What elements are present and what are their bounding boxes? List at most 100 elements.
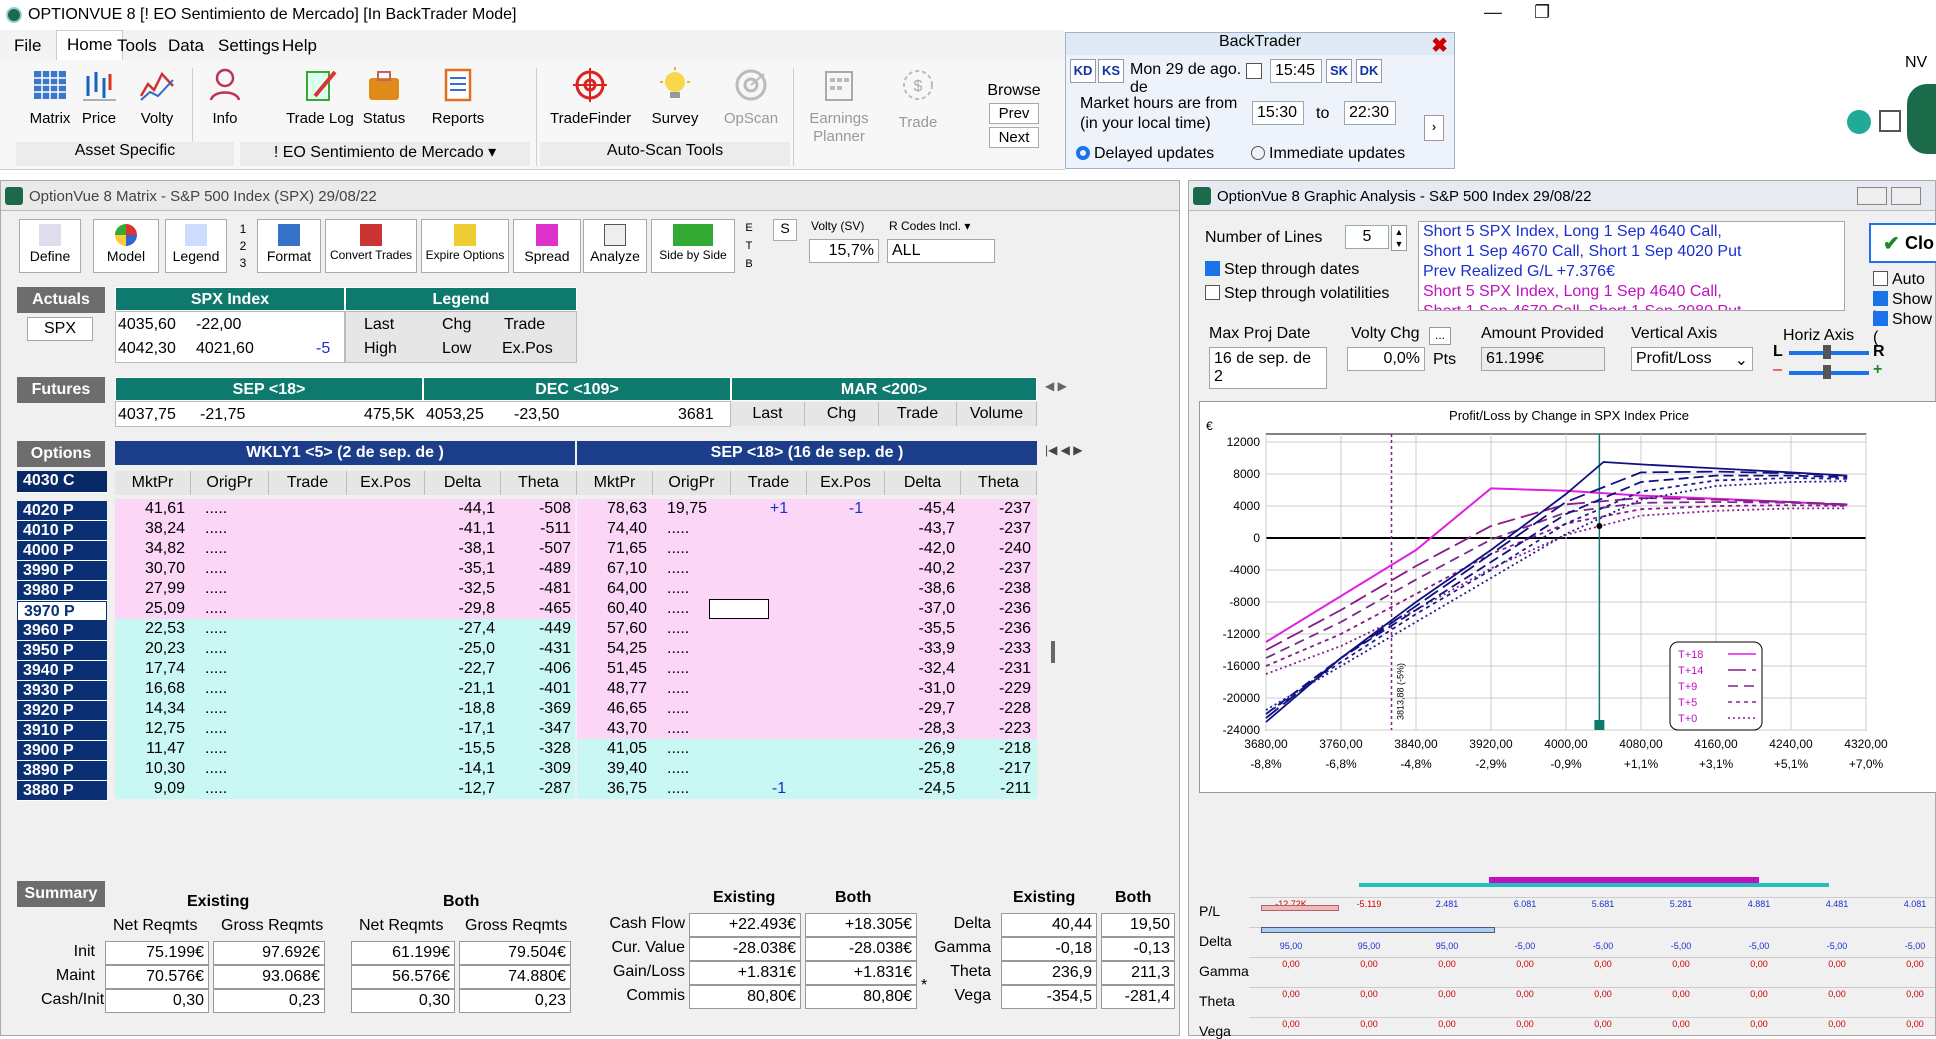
chevron-right-icon[interactable]: › — [1424, 115, 1444, 141]
ks-button[interactable]: KS — [1098, 59, 1124, 83]
model-button[interactable]: Model — [93, 219, 159, 273]
menu-tools[interactable]: Tools — [117, 36, 157, 56]
strike-label[interactable]: 3940 P — [17, 661, 107, 681]
strike-label[interactable]: 3990 P — [17, 561, 107, 581]
volty-button[interactable]: Volty — [122, 66, 192, 127]
reports-button[interactable]: Reports — [423, 66, 493, 127]
hours-to-field[interactable]: 22:30 — [1344, 101, 1396, 125]
status-button[interactable]: Status — [349, 66, 419, 127]
pl-chart[interactable]: Profit/Loss by Change in SPX Index Price… — [1199, 401, 1936, 793]
current-price-marker[interactable] — [1594, 720, 1605, 730]
table-cell[interactable]: -1 — [827, 500, 885, 518]
strike-label[interactable]: 3980 P — [17, 581, 107, 601]
step-dates-checkbox[interactable]: Step through dates — [1205, 261, 1359, 279]
slider-handle[interactable] — [1823, 365, 1831, 379]
matrix-scrollbar[interactable] — [1051, 641, 1055, 663]
volty-chg-field[interactable]: 0,0% — [1347, 347, 1425, 371]
group-eo-sentimiento[interactable]: ! EO Sentimiento de Mercado ▾ — [240, 142, 530, 166]
s-button[interactable]: S — [773, 219, 797, 241]
backtrader-close-button[interactable]: ✖ — [1431, 33, 1448, 58]
browse-prev-button[interactable]: Prev — [989, 103, 1039, 124]
time-field[interactable]: 15:45 — [1270, 59, 1322, 83]
strike-label[interactable]: 3960 P — [17, 621, 107, 641]
strike-label[interactable]: 3920 P — [17, 701, 107, 721]
table-cell[interactable]: +1 — [751, 500, 807, 518]
strike-label[interactable]: 4010 P — [17, 521, 107, 541]
num-lines-field[interactable]: 5 — [1345, 225, 1389, 249]
sk-button[interactable]: SK — [1326, 59, 1352, 83]
show-c-checkbox[interactable]: Show ( — [1873, 311, 1935, 347]
expire-options-button[interactable]: Expire Options — [421, 219, 509, 273]
horiz-plus[interactable]: + — [1873, 361, 1882, 379]
strike-label[interactable]: 3890 P — [17, 761, 107, 781]
volty-field[interactable]: 15,7% — [809, 239, 879, 263]
trade-edit-input[interactable] — [709, 599, 769, 619]
menu-file[interactable]: File — [14, 36, 41, 56]
kd-button[interactable]: KD — [1070, 59, 1096, 83]
strike-label[interactable]: 3900 P — [17, 741, 107, 761]
calendar-icon[interactable] — [1246, 63, 1262, 79]
trade-button[interactable]: $ Trade — [883, 66, 953, 131]
analyze-button[interactable]: Analyze — [583, 219, 647, 273]
minimize-button[interactable]: — — [1484, 2, 1502, 23]
level-selector[interactable]: 123 — [235, 221, 251, 272]
horiz-minus[interactable]: – — [1773, 361, 1782, 379]
strike-label[interactable]: 3880 P — [17, 781, 107, 801]
options-scroll-arrows[interactable]: |◀ ◀ ▶ — [1045, 443, 1082, 457]
delayed-updates-radio[interactable]: Delayed updates — [1076, 145, 1214, 163]
vertical-axis-select[interactable]: Profit/Loss ⌄ — [1631, 347, 1753, 371]
dk-button[interactable]: DK — [1356, 59, 1382, 83]
info-button[interactable]: Info — [190, 66, 260, 127]
date-field[interactable]: Mon 29 de ago. de — [1126, 59, 1266, 99]
slider-handle[interactable] — [1823, 345, 1831, 359]
num-lines-spinner[interactable]: ▲ ▼ — [1391, 225, 1407, 251]
pane-maximize-button[interactable] — [1891, 187, 1921, 205]
strike-label[interactable]: 4000 P — [17, 541, 107, 561]
convert-trades-button[interactable]: Convert Trades — [325, 219, 417, 273]
summary-existing-header: Existing — [187, 893, 250, 910]
menu-home[interactable]: Home — [56, 30, 124, 60]
step-vol-checkbox[interactable]: Step through volatilities — [1205, 285, 1389, 303]
futures-scroll-arrows[interactable]: ◀ ▶ — [1045, 379, 1067, 393]
immediate-updates-radio[interactable]: Immediate updates — [1251, 145, 1405, 163]
table-cell: 19,75 — [667, 500, 708, 517]
current-strike[interactable]: 4030 C — [17, 471, 107, 493]
table-cell: -489 — [538, 560, 571, 577]
tradefinder-button[interactable]: TradeFinder — [550, 66, 631, 127]
rcodes-field[interactable]: ALL — [887, 239, 995, 263]
menu-help[interactable]: Help — [282, 36, 317, 56]
menu-data[interactable]: Data — [168, 36, 204, 56]
hours-from-field[interactable]: 15:30 — [1252, 101, 1304, 125]
strike-label[interactable]: 4020 P — [17, 501, 107, 521]
format-button[interactable]: Format — [257, 219, 321, 273]
table-cell: 41,05 — [606, 740, 647, 757]
browse-next-button[interactable]: Next — [989, 127, 1039, 148]
actuals-symbol[interactable]: SPX — [27, 317, 93, 341]
strike-label[interactable]: 3910 P — [17, 721, 107, 741]
menu-settings[interactable]: Settings — [218, 36, 279, 56]
table-cell[interactable]: -1 — [751, 780, 807, 798]
legend-button[interactable]: Legend — [165, 219, 227, 273]
survey-button[interactable]: Survey — [640, 66, 710, 127]
table-row[interactable]: 9,09..... -12,7 -287 36,75..... -1 -24,5 -211 — [115, 779, 1037, 803]
trade-log-button[interactable]: Trade Log — [280, 66, 360, 127]
maximize-button[interactable]: ❐ — [1534, 2, 1550, 23]
spread-button[interactable]: Spread — [513, 219, 581, 273]
refresh-icon[interactable] — [1847, 110, 1871, 134]
side-by-side-button[interactable]: Side by Side — [651, 219, 735, 273]
close-button[interactable]: ✔ Clo — [1869, 223, 1936, 263]
define-button[interactable]: Define — [19, 219, 81, 273]
volty-chg-more-button[interactable]: ... — [1429, 327, 1451, 345]
opscan-button[interactable]: OpScan — [716, 66, 786, 127]
print-icon[interactable] — [1879, 110, 1901, 132]
pane-minimize-button[interactable] — [1857, 187, 1887, 205]
strike-label[interactable]: 3970 P — [17, 601, 107, 621]
strike-label[interactable]: 3930 P — [17, 681, 107, 701]
earnings-planner-button[interactable]: Earnings Planner — [803, 66, 875, 146]
table-cell: ..... — [205, 780, 228, 797]
volty-label: Volty (SV) — [811, 219, 865, 233]
strike-label[interactable]: 3950 P — [17, 641, 107, 661]
max-proj-field[interactable]: 16 de sep. de 2 — [1209, 347, 1327, 389]
etb-selector[interactable]: ETB — [741, 219, 757, 273]
right-strip: NV — [1455, 32, 1936, 169]
